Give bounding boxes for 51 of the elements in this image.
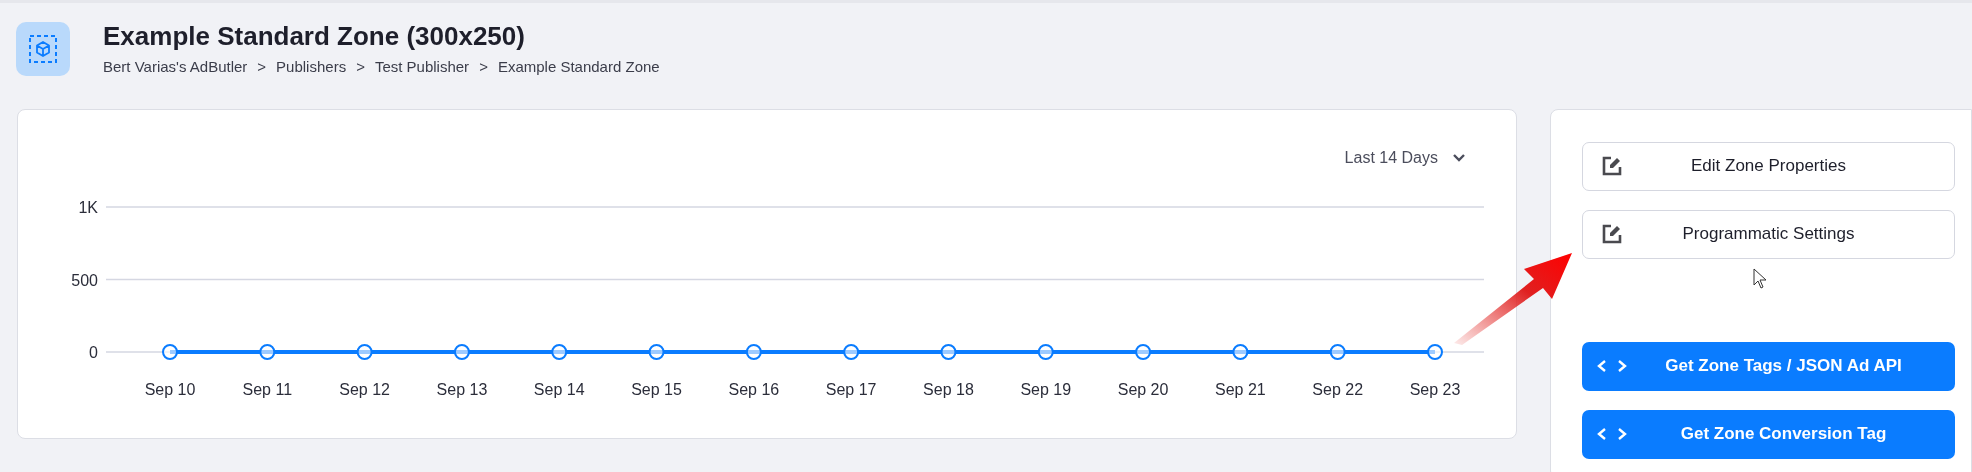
x-axis-label: Sep 14 (533, 380, 585, 398)
data-point (551, 343, 568, 360)
y-axis-label: 500 (71, 271, 98, 288)
data-point (162, 343, 178, 360)
zone-icon (16, 22, 70, 77)
x-axis-label: Sep 17 (825, 380, 877, 398)
breadcrumb-link[interactable]: Bert Varias's AdButler (103, 56, 248, 79)
primary-button[interactable]: Get Zone Tags / JSON Ad API (1582, 341, 1955, 391)
breadcrumb-separator: > (356, 57, 365, 77)
data-point (843, 343, 860, 360)
data-point (745, 343, 762, 360)
x-axis-label: Sep 11 (242, 380, 293, 398)
data-point (1135, 343, 1152, 360)
data-point (1427, 343, 1443, 360)
breadcrumb-link[interactable]: Example Standard Zone (497, 56, 660, 79)
data-point (453, 343, 470, 360)
data-point (259, 343, 276, 360)
x-axis-label: Sep 16 (728, 380, 780, 398)
code-icon (1597, 359, 1627, 373)
breadcrumb-separator: > (257, 57, 267, 77)
x-axis-label: Sep 12 (339, 380, 390, 398)
chevron-down-icon (1452, 153, 1466, 162)
edit-icon (1602, 156, 1622, 176)
date-range-dropdown[interactable]: Last 14 Days (1344, 143, 1466, 172)
primary-button[interactable]: Get Zone Conversion Tag (1582, 409, 1955, 459)
x-axis-label: Sep 18 (923, 380, 974, 398)
data-point (1232, 343, 1249, 360)
x-axis-label: Sep 23 (1409, 380, 1461, 398)
x-axis-label: Sep 10 (144, 380, 196, 398)
mouse-cursor-icon (1753, 268, 1769, 290)
x-axis-label: Sep 22 (1312, 380, 1364, 398)
data-point (1037, 343, 1054, 360)
action-button[interactable]: Edit Zone Properties (1582, 141, 1955, 191)
x-axis-label: Sep 21 (1215, 380, 1266, 398)
page-title: Example Standard Zone (300x250) (103, 20, 526, 52)
x-axis-label: Sep 19 (1020, 380, 1072, 398)
edit-icon (1602, 224, 1622, 244)
y-axis-label: 0 (89, 343, 98, 361)
data-point (356, 343, 373, 360)
code-icon (1597, 427, 1627, 441)
data-point (940, 343, 957, 360)
action-button[interactable]: Programmatic Settings (1582, 209, 1955, 259)
y-axis-label: 1K (78, 198, 98, 216)
data-point (648, 343, 665, 360)
breadcrumb-link[interactable]: Publishers (276, 56, 347, 79)
breadcrumb-separator: > (479, 57, 488, 77)
x-axis-label: Sep 13 (436, 380, 488, 398)
data-point (1329, 343, 1346, 360)
breadcrumb-link[interactable]: Test Publisher (374, 56, 470, 79)
x-axis-label: Sep 15 (631, 380, 682, 398)
x-axis-label: Sep 20 (1117, 380, 1169, 398)
